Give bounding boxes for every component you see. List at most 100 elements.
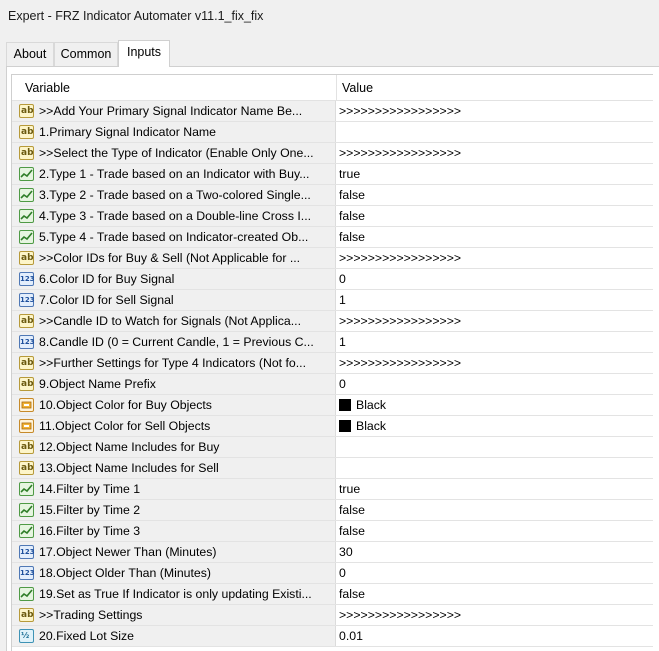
tab-common[interactable]: Common — [54, 42, 118, 66]
variable-label: 3.Type 2 - Trade based on a Two-colored … — [39, 188, 311, 202]
value-cell[interactable]: >>>>>>>>>>>>>>>>> — [336, 248, 653, 268]
table-row[interactable]: 19.Set as True If Indicator is only upda… — [12, 584, 653, 605]
variable-cell: ab 9.Object Name Prefix — [12, 374, 336, 394]
value-text: 0 — [339, 377, 346, 391]
table-row[interactable]: 16.Filter by Time 3 false — [12, 521, 653, 542]
variable-cell: 10.Object Color for Buy Objects — [12, 395, 336, 415]
table-row[interactable]: ab 12.Object Name Includes for Buy — [12, 437, 653, 458]
table-row[interactable]: ab 13.Object Name Includes for Sell — [12, 458, 653, 479]
table-row[interactable]: ½ 20.Fixed Lot Size 0.01 — [12, 626, 653, 647]
table-row[interactable]: 123 8.Candle ID (0 = Current Candle, 1 = … — [12, 332, 653, 353]
tab-about[interactable]: About — [6, 42, 54, 66]
value-cell[interactable] — [336, 437, 653, 457]
column-divider[interactable] — [336, 75, 337, 100]
value-cell[interactable]: true — [336, 479, 653, 499]
value-text: >>>>>>>>>>>>>>>>> — [339, 104, 462, 118]
value-cell[interactable]: 30 — [336, 542, 653, 562]
table-row[interactable]: ab >>Further Settings for Type 4 Indicato… — [12, 353, 653, 374]
variable-label: 13.Object Name Includes for Sell — [39, 461, 219, 475]
table-row[interactable]: ab >>Color IDs for Buy & Sell (Not Applic… — [12, 248, 653, 269]
value-text: 0 — [339, 566, 346, 580]
variable-cell: ab 13.Object Name Includes for Sell — [12, 458, 336, 478]
value-cell[interactable]: false — [336, 227, 653, 247]
integer-icon: 123 — [19, 335, 35, 349]
value-cell[interactable]: false — [336, 206, 653, 226]
variable-label: >>Further Settings for Type 4 Indicators… — [39, 356, 307, 370]
value-text: >>>>>>>>>>>>>>>>> — [339, 356, 462, 370]
tab-inputs[interactable]: Inputs — [118, 40, 170, 67]
table-row[interactable]: 4.Type 3 - Trade based on a Double-line … — [12, 206, 653, 227]
value-cell[interactable]: >>>>>>>>>>>>>>>>> — [336, 143, 653, 163]
value-cell[interactable]: 0.01 — [336, 626, 653, 646]
variable-cell: ab 12.Object Name Includes for Buy — [12, 437, 336, 457]
column-header-value[interactable]: Value — [342, 81, 373, 95]
integer-icon: 123 — [19, 566, 35, 580]
color-swatch — [339, 399, 351, 411]
value-text: >>>>>>>>>>>>>>>>> — [339, 314, 462, 328]
window-title: Expert - FRZ Indicator Automater v11.1_f… — [8, 9, 264, 23]
variable-cell: 16.Filter by Time 3 — [12, 521, 336, 541]
color-swatch — [339, 420, 351, 432]
value-cell[interactable]: Black — [336, 395, 653, 415]
value-text: Black — [356, 419, 387, 433]
value-cell[interactable]: 1 — [336, 332, 653, 352]
variable-cell: ab >>Further Settings for Type 4 Indicato… — [12, 353, 336, 373]
value-cell[interactable]: true — [336, 164, 653, 184]
table-row[interactable]: ab >>Trading Settings >>>>>>>>>>>>>>>>> — [12, 605, 653, 626]
variable-cell: ab >>Color IDs for Buy & Sell (Not Applic… — [12, 248, 336, 268]
table-row[interactable]: 11.Object Color for Sell Objects Black — [12, 416, 653, 437]
variable-label: 2.Type 1 - Trade based on an Indicator w… — [39, 167, 310, 181]
value-cell[interactable]: false — [336, 584, 653, 604]
table-row[interactable]: ab 1.Primary Signal Indicator Name — [12, 122, 653, 143]
variable-label: >>Color IDs for Buy & Sell (Not Applicab… — [39, 251, 301, 265]
value-text: false — [339, 209, 365, 223]
value-text: 1 — [339, 293, 346, 307]
value-cell[interactable]: false — [336, 185, 653, 205]
value-cell[interactable]: false — [336, 500, 653, 520]
table-row[interactable]: 123 7.Color ID for Sell Signal 1 — [12, 290, 653, 311]
boolean-icon — [19, 230, 34, 244]
string-icon: ab — [19, 146, 34, 160]
variable-cell: ab >>Add Your Primary Signal Indicator Na… — [12, 101, 336, 121]
variable-label: 7.Color ID for Sell Signal — [39, 293, 174, 307]
table-row[interactable]: 15.Filter by Time 2 false — [12, 500, 653, 521]
value-text: 0.01 — [339, 629, 363, 643]
table-row[interactable]: 2.Type 1 - Trade based on an Indicator w… — [12, 164, 653, 185]
string-icon: ab — [19, 356, 34, 370]
variable-label: 18.Object Older Than (Minutes) — [39, 566, 212, 580]
value-cell[interactable]: 0 — [336, 563, 653, 583]
table-row[interactable]: 5.Type 4 - Trade based on Indicator-crea… — [12, 227, 653, 248]
value-cell[interactable]: >>>>>>>>>>>>>>>>> — [336, 311, 653, 331]
column-header-variable[interactable]: Variable — [25, 81, 70, 95]
value-cell[interactable]: >>>>>>>>>>>>>>>>> — [336, 353, 653, 373]
value-cell[interactable]: false — [336, 521, 653, 541]
value-cell[interactable]: >>>>>>>>>>>>>>>>> — [336, 605, 653, 625]
variable-label: 9.Object Name Prefix — [39, 377, 156, 391]
table-row[interactable]: ab >>Add Your Primary Signal Indicator Na… — [12, 101, 653, 122]
table-row[interactable]: ab >>Candle ID to Watch for Signals (Not … — [12, 311, 653, 332]
boolean-icon — [19, 188, 34, 202]
variable-cell: ab >>Select the Type of Indicator (Enable… — [12, 143, 336, 163]
table-row[interactable]: 123 18.Object Older Than (Minutes) 0 — [12, 563, 653, 584]
string-icon: ab — [19, 251, 34, 265]
table-row[interactable]: 123 6.Color ID for Buy Signal 0 — [12, 269, 653, 290]
variable-label: 8.Candle ID (0 = Current Candle, 1 = Pre… — [39, 335, 314, 349]
table-row[interactable]: 123 17.Object Newer Than (Minutes) 30 — [12, 542, 653, 563]
variable-cell: ½ 20.Fixed Lot Size — [12, 626, 336, 646]
value-cell[interactable]: >>>>>>>>>>>>>>>>> — [336, 101, 653, 121]
value-cell[interactable]: Black — [336, 416, 653, 436]
value-cell[interactable]: 0 — [336, 269, 653, 289]
value-cell[interactable]: 1 — [336, 290, 653, 310]
table-row[interactable]: 10.Object Color for Buy Objects Black — [12, 395, 653, 416]
table-row[interactable]: 3.Type 2 - Trade based on a Two-colored … — [12, 185, 653, 206]
table-row[interactable]: ab >>Select the Type of Indicator (Enable… — [12, 143, 653, 164]
value-cell[interactable] — [336, 122, 653, 142]
boolean-icon — [19, 167, 34, 181]
variable-cell: ab >>Candle ID to Watch for Signals (Not … — [12, 311, 336, 331]
table-row[interactable]: ab 9.Object Name Prefix 0 — [12, 374, 653, 395]
value-cell[interactable] — [336, 458, 653, 478]
boolean-icon — [19, 209, 34, 223]
value-cell[interactable]: 0 — [336, 374, 653, 394]
table-row[interactable]: 14.Filter by Time 1 true — [12, 479, 653, 500]
variable-label: 11.Object Color for Sell Objects — [39, 419, 211, 433]
